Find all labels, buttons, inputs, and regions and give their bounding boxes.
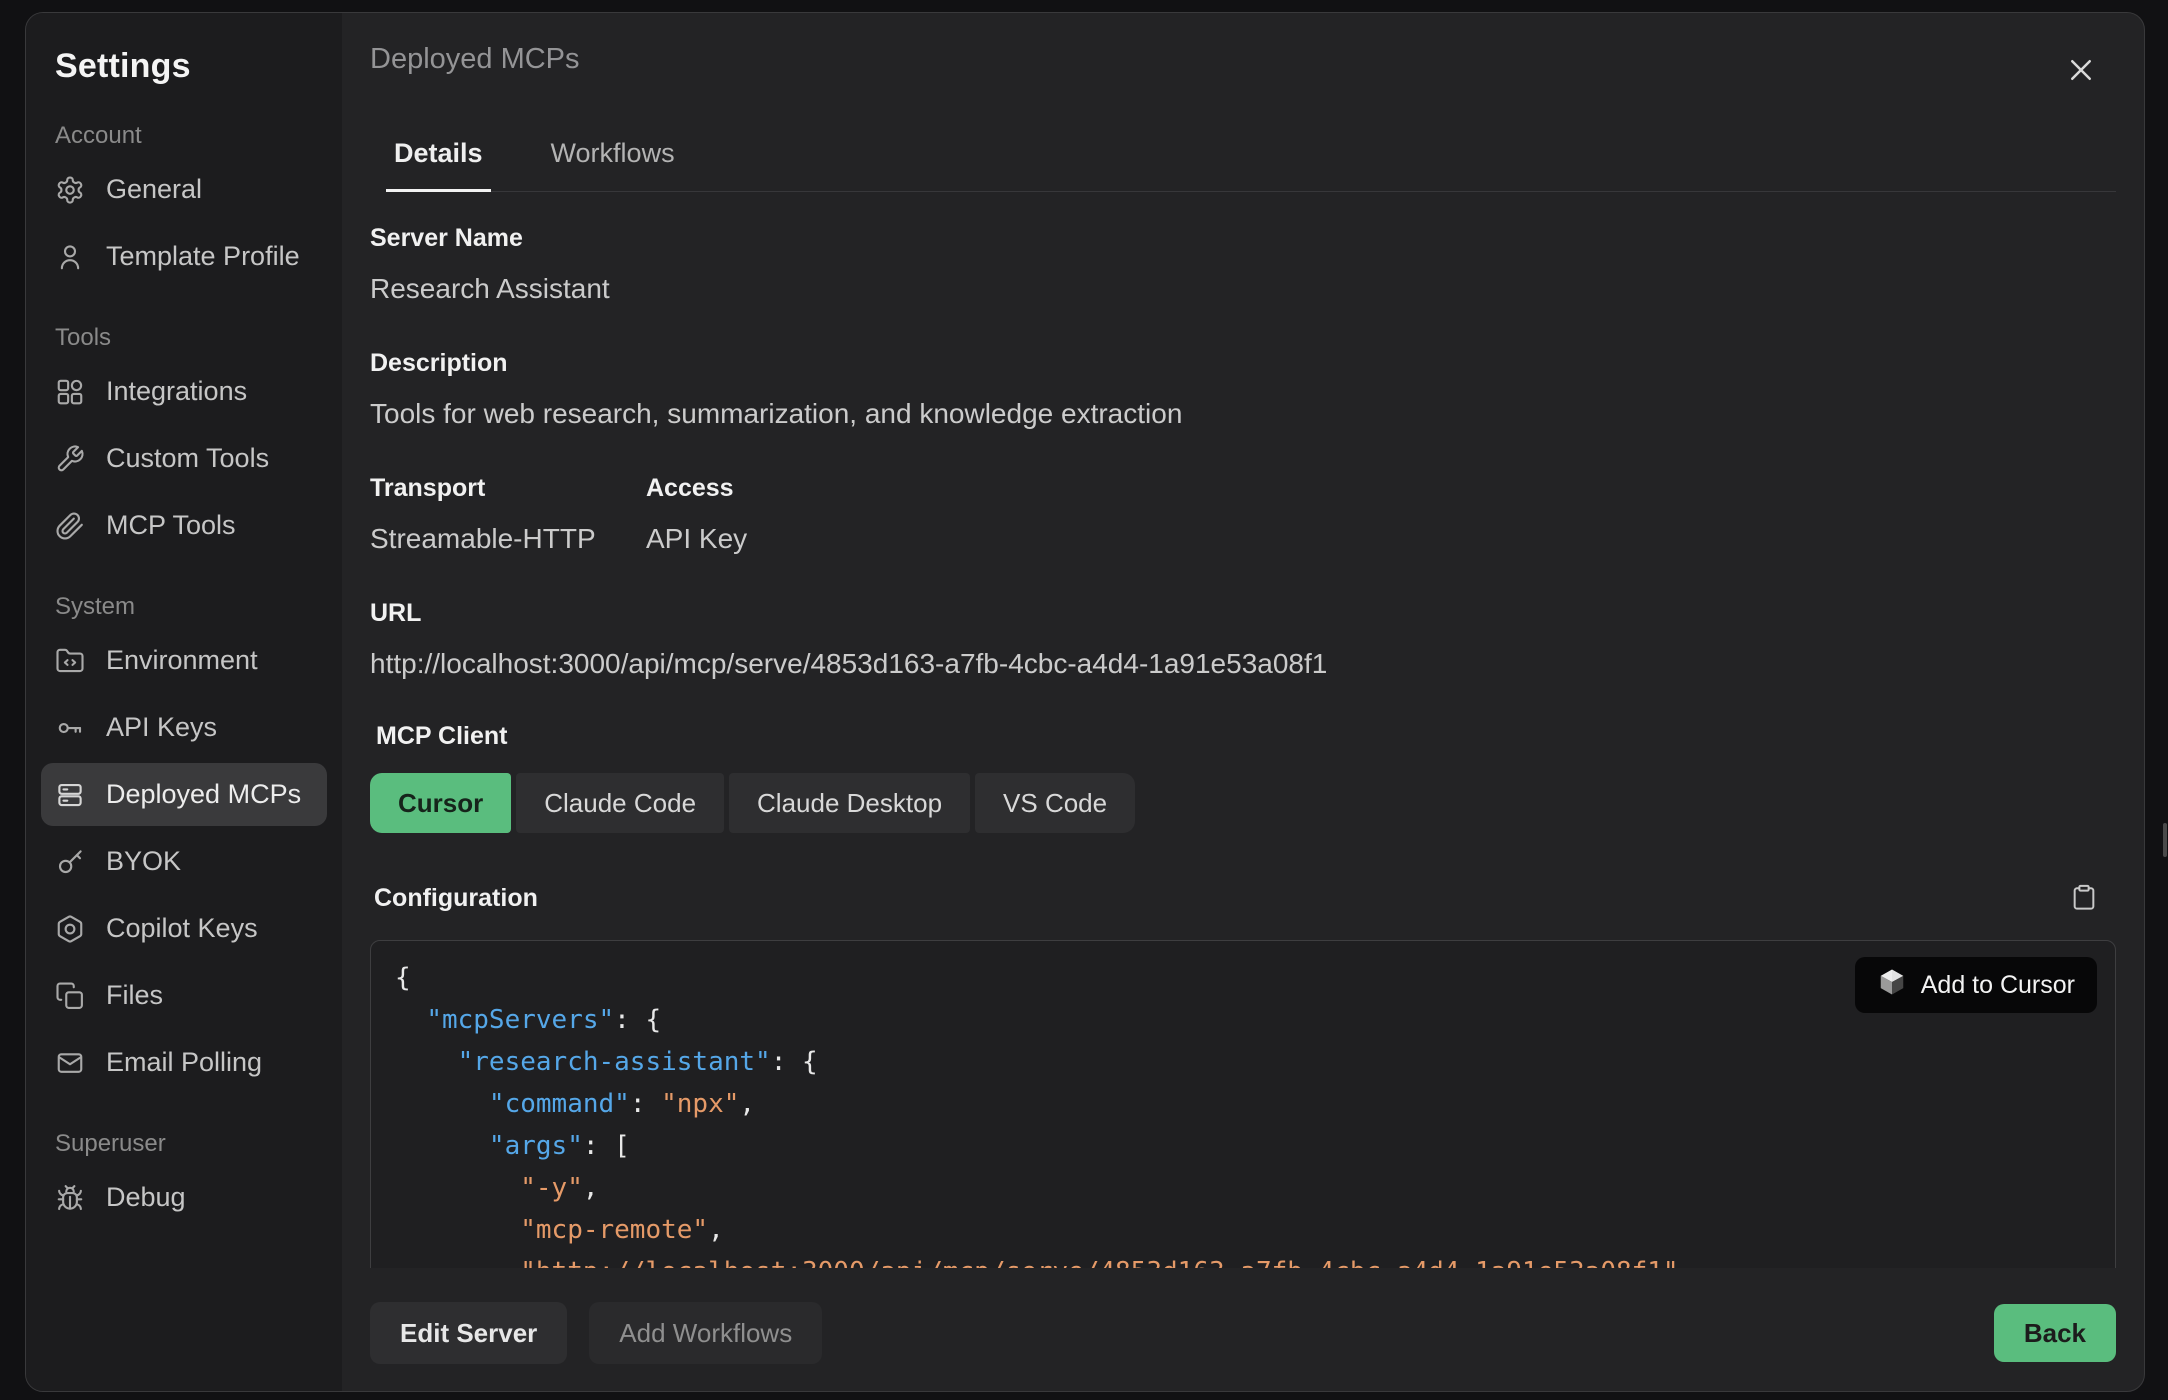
sidebar-item-mcp-tools[interactable]: MCP Tools [41,494,327,557]
sidebar-section-header: Account [41,122,327,150]
configuration-label: Configuration [374,884,538,913]
url-value: http://localhost:3000/api/mcp/serve/4853… [370,648,2116,680]
tab-bar: Details Workflows [386,132,2116,192]
sidebar-item-debug[interactable]: Debug [41,1166,327,1229]
mcp-client-option-cursor[interactable]: Cursor [370,773,511,833]
sidebar-item-label: Template Profile [106,241,300,272]
mcp-client-option-vs-code[interactable]: VS Code [975,773,1135,833]
url-label: URL [370,599,2116,628]
sidebar-item-label: General [106,174,202,205]
mcp-client-option-claude-desktop[interactable]: Claude Desktop [729,773,970,833]
configuration-json: { "mcpServers": { "research-assistant": … [395,957,2091,1268]
add-to-cursor-button[interactable]: Add to Cursor [1855,957,2097,1013]
add-to-cursor-label: Add to Cursor [1921,971,2075,1000]
sidebar-item-template-profile[interactable]: Template Profile [41,225,327,288]
code-line: "research-assistant": { [395,1041,2091,1083]
sidebar-item-label: Debug [106,1182,186,1213]
server-icon [55,780,85,810]
server-name-value: Research Assistant [370,273,2116,305]
sidebar-item-label: BYOK [106,846,181,877]
code-line: { [395,957,2091,999]
code-line: "mcpServers": { [395,999,2091,1041]
transport-label: Transport [370,474,646,503]
sidebar-item-environment[interactable]: Environment [41,629,327,692]
access-label: Access [646,474,747,503]
code-line: "http://localhost:3000/api/mcp/serve/485… [395,1251,2091,1268]
tab-workflows[interactable]: Workflows [543,132,683,192]
code-line: "mcp-remote", [395,1209,2091,1251]
user-icon [55,242,85,272]
key-diagonal-icon [55,847,85,877]
grid-icon [55,377,85,407]
sidebar-item-deployed-mcps[interactable]: Deployed MCPs [41,763,327,826]
sidebar-item-label: Custom Tools [106,443,269,474]
sidebar-section-header: Superuser [41,1130,327,1158]
cursor-logo-icon [1877,967,1907,1004]
page-title: Deployed MCPs [370,43,580,76]
sidebar-item-integrations[interactable]: Integrations [41,360,327,423]
sidebar-item-api-keys[interactable]: API Keys [41,696,327,759]
code-line: "args": [ [395,1125,2091,1167]
sidebar-item-label: Environment [106,645,258,676]
main-header: Deployed MCPs Details Workflows [342,13,2144,192]
code-line: "command": "npx", [395,1083,2091,1125]
sidebar-item-label: Deployed MCPs [106,779,301,810]
sidebar-item-general[interactable]: General [41,158,327,221]
sidebar-item-files[interactable]: Files [41,964,327,1027]
description-value: Tools for web research, summarization, a… [370,398,2116,430]
sidebar-item-email-polling[interactable]: Email Polling [41,1031,327,1094]
transport-value: Streamable-HTTP [370,523,646,555]
mail-icon [55,1048,85,1078]
hexagon-nut-icon [55,914,85,944]
copy-files-icon [55,981,85,1011]
sidebar-item-label: Files [106,980,163,1011]
settings-modal: Settings Account General Template Profile T… [25,12,2145,1392]
tab-details[interactable]: Details [386,132,491,192]
configuration-code[interactable]: { "mcpServers": { "research-assistant": … [370,940,2116,1268]
sidebar-item-label: Integrations [106,376,247,407]
server-name-label: Server Name [370,224,2116,253]
add-workflows-button[interactable]: Add Workflows [589,1302,822,1364]
mcp-client-options: CursorClaude CodeClaude DesktopVS Code [370,773,2116,833]
access-value: API Key [646,523,747,555]
footer-bar: Edit Server Add Workflows Back [342,1268,2144,1391]
sidebar-item-label: Email Polling [106,1047,262,1078]
sidebar-item-label: API Keys [106,712,217,743]
sidebar: Settings Account General Template Profile T… [26,13,342,1391]
copy-configuration-button[interactable] [2066,879,2102,918]
sidebar-section-header: Tools [41,324,327,352]
sidebar-item-byok[interactable]: BYOK [41,830,327,893]
description-label: Description [370,349,2116,378]
key-icon [55,713,85,743]
mcp-client-option-claude-code[interactable]: Claude Code [516,773,724,833]
paperclip-icon [55,511,85,541]
main-panel: Deployed MCPs Details Workflows Server Na… [342,13,2144,1391]
close-button[interactable] [2060,49,2102,94]
bug-icon [55,1183,85,1213]
code-line: "-y", [395,1167,2091,1209]
sidebar-item-custom-tools[interactable]: Custom Tools [41,427,327,490]
close-icon [2066,73,2096,88]
wrench-icon [55,444,85,474]
sidebar-item-label: MCP Tools [106,510,236,541]
gear-icon [55,175,85,205]
clipboard-icon [2070,899,2098,914]
sidebar-item-copilot-keys[interactable]: Copilot Keys [41,897,327,960]
details-content: Server Name Research Assistant Descripti… [342,192,2144,1268]
back-button[interactable]: Back [1994,1304,2116,1362]
mcp-client-label: MCP Client [376,722,2116,751]
folder-code-icon [55,646,85,676]
sidebar-section-header: System [41,593,327,621]
edit-server-button[interactable]: Edit Server [370,1302,567,1364]
sidebar-item-label: Copilot Keys [106,913,258,944]
page-scrollbar-thumb[interactable] [2163,823,2167,857]
settings-title: Settings [41,47,327,86]
sidebar-nav: Account General Template Profile Tools Integ… [41,122,327,1229]
